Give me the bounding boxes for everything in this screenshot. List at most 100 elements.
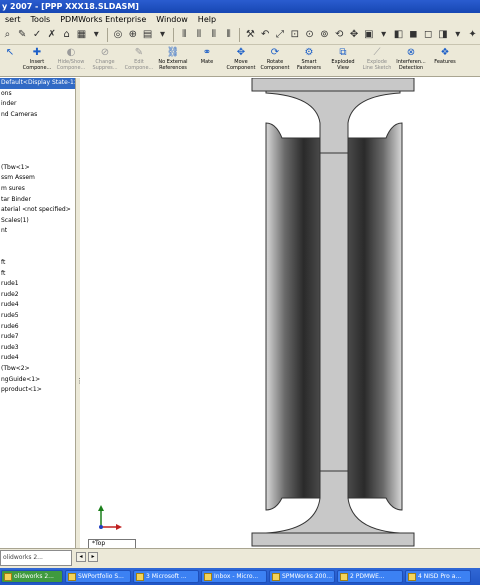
tree-item[interactable] [0,152,75,163]
tree-item[interactable]: rude4 [0,300,75,311]
command-edit-component-button[interactable]: ✎ Edit Compone... [122,45,156,76]
align-icon[interactable]: ⫴ [207,28,220,42]
tree-item[interactable]: rude5 [0,311,75,322]
tree-item[interactable]: rude3 [0,343,75,354]
taskbar-button[interactable]: Inbox - Micro... [201,570,267,583]
tree-item[interactable]: rude2 [0,290,75,301]
tree-item[interactable]: tar Binder [0,195,75,206]
taskbar-button[interactable]: 4 NISD Pro a... [405,570,471,583]
active-taskbar-button[interactable]: olidworks 2... [1,570,63,583]
tree-item[interactable] [0,248,75,259]
menu-insert[interactable]: sert [0,13,26,26]
search-icon[interactable]: ⌕ [1,28,14,42]
command-features-button[interactable]: ❖ Features [428,45,462,76]
tab-scroll-left-icon[interactable]: ◂ [76,552,86,562]
dropdown-icon[interactable]: ▾ [156,28,169,42]
tree-item[interactable]: ons [0,89,75,100]
tree-item[interactable]: Scales(1) [0,216,75,227]
check-icon[interactable]: ✓ [31,28,44,42]
display-style-icon[interactable]: ◧ [392,28,405,42]
plus-icon[interactable]: ⊕ [126,28,139,42]
taskbar-button[interactable]: 3 Microsoft ... [133,570,199,583]
command-label: Compone... [124,65,154,71]
window-title: y 2007 - [PPP XXX18.SLDASM] [2,2,139,11]
shaded-icon[interactable]: ◼ [407,28,420,42]
command-hide-show-button[interactable]: ◐ Hide/Show Compone... [54,45,88,76]
zoom-selection-icon[interactable]: ⊚ [318,28,331,42]
menu-tools[interactable]: Tools [26,13,56,26]
menu-window[interactable]: Window [151,13,193,26]
tab-scroll-right-icon[interactable]: ▸ [88,552,98,562]
circle-icon[interactable]: ◎ [112,28,125,42]
wireframe-icon[interactable]: ◻ [422,28,435,42]
zoom-fit-icon[interactable]: ⤢ [274,28,287,42]
dropdown-icon[interactable]: ▾ [377,28,390,42]
command-mate-button[interactable]: ⚭ Mate [190,45,224,76]
tree-item[interactable]: rude1 [0,279,75,290]
command-label: Compone... [22,65,52,71]
grid-icon[interactable]: ▦ [75,28,88,42]
tree-item[interactable]: nt [0,226,75,237]
dropdown-icon[interactable]: ▾ [451,28,464,42]
tree-item[interactable]: inder [0,99,75,110]
dropdown-icon[interactable]: ▾ [90,28,103,42]
previous-view-icon[interactable]: ↶ [259,28,272,42]
view-orientation-icon[interactable]: ▣ [362,28,375,42]
tree-item[interactable]: ft [0,258,75,269]
tree-item[interactable]: (Tbw<2> [0,364,75,375]
solidworks-window: { "window": { "title": "y 2007 - [PPP XX… [0,0,480,585]
command-fastener-button[interactable]: ⚙ Smart Fasteners [292,45,326,76]
lights-icon[interactable]: ✦ [466,28,479,42]
sketch-icon[interactable]: ✗ [45,28,58,42]
tree-item[interactable]: rude6 [0,322,75,333]
menu-pdmworks[interactable]: PDMWorks Enterprise [55,13,151,26]
tree-item[interactable] [0,142,75,153]
taskbar-button[interactable]: SWPortfolio S... [65,570,131,583]
tree-item[interactable]: Default<Display State-1> [0,78,75,89]
command-suppress-button[interactable]: ⊘ Change Suppres... [88,45,122,76]
tree-item[interactable]: ft [0,269,75,280]
dimension-icon[interactable]: ⌂ [60,28,73,42]
tree-item[interactable]: m sures [0,184,75,195]
tree-item[interactable]: rude4 [0,353,75,364]
tree-item[interactable]: rude7 [0,332,75,343]
command-explode-line-button[interactable]: ⟋ Explode Line Sketch [360,45,394,76]
right-cylinder [347,122,403,511]
command-label: View [337,65,349,71]
menu-help[interactable]: Help [193,13,221,26]
tree-item[interactable]: nd Cameras [0,110,75,121]
zoom-area-icon[interactable]: ⊡ [288,28,301,42]
pan-icon[interactable]: ✥ [348,28,361,42]
command-insert-component-button[interactable]: ✚ Insert Compone... [20,45,54,76]
tree-item[interactable] [0,131,75,142]
wrench-icon[interactable]: ⚒ [244,28,257,42]
app-icon [136,572,144,581]
align-icon[interactable]: ⫴ [178,28,191,42]
command-arrow-button[interactable]: ↖ [0,45,20,76]
command-label: Mate [200,59,214,65]
section-view-icon[interactable]: ◨ [437,28,450,42]
features-icon: ❖ [440,47,450,58]
command-rotate-button[interactable]: ⟳ Rotate Component [258,45,292,76]
command-interference-button[interactable]: ⊗ Interferen... Detection [394,45,428,76]
align-icon[interactable]: ⫴ [193,28,206,42]
taskbar-button[interactable]: 2 PDMWE... [337,570,403,583]
tree-item[interactable]: aterial <not specified> [0,205,75,216]
command-move-button[interactable]: ✥ Move Component [224,45,258,76]
taskbar-button[interactable]: SPMWorks 200... [269,570,335,583]
tree-item[interactable] [0,120,75,131]
command-no-external-button[interactable]: ⛓ No External References [156,45,190,76]
zoom-icon[interactable]: ⊙ [303,28,316,42]
tree-item[interactable]: pproduct<1> [0,385,75,396]
graphics-viewport[interactable] [80,78,480,548]
tree-item[interactable] [0,237,75,248]
rotate-icon[interactable]: ⟲ [333,28,346,42]
tree-item[interactable]: (Tbw<1> [0,163,75,174]
document-tab[interactable]: olidworks 2... [0,550,72,566]
align-icon[interactable]: ⫴ [222,28,235,42]
tree-item[interactable]: ssm Assem [0,173,75,184]
tree-item[interactable]: ngGuide<1> [0,375,75,386]
table-icon[interactable]: ▤ [141,28,154,42]
pencil-icon[interactable]: ✎ [16,28,29,42]
command-exploded-button[interactable]: ⧉ Exploded View [326,45,360,76]
